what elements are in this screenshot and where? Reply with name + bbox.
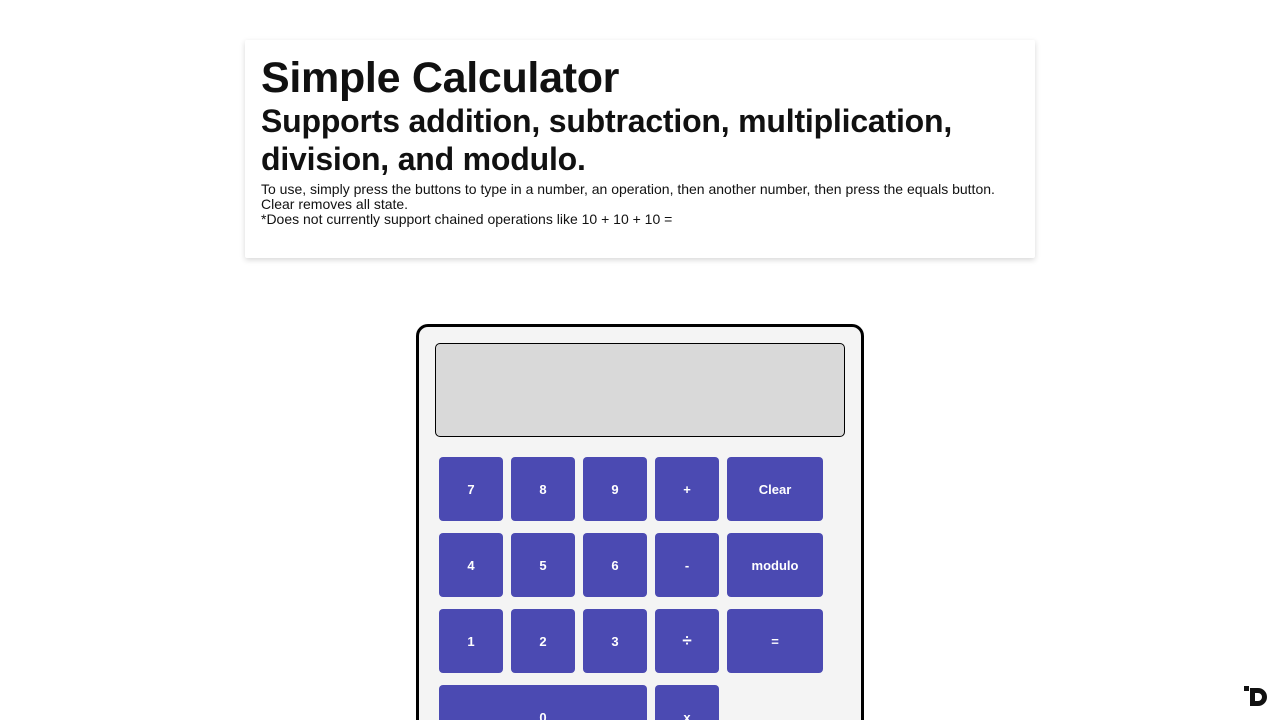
key-5-button[interactable]: 5 bbox=[511, 533, 575, 597]
key-7-button[interactable]: 7 bbox=[439, 457, 503, 521]
multiply-button[interactable]: x bbox=[655, 685, 719, 720]
key-9-button[interactable]: 9 bbox=[583, 457, 647, 521]
calculator: 7 8 9 + Clear 4 5 6 - modulo 1 2 3 ÷ = 0… bbox=[416, 324, 864, 720]
page-title: Simple Calculator bbox=[261, 54, 620, 102]
limitation-note: *Does not currently support chained oper… bbox=[261, 211, 673, 227]
key-6-button[interactable]: 6 bbox=[583, 533, 647, 597]
key-0-button[interactable]: 0 bbox=[439, 685, 647, 720]
instructions-text: To use, simply press the buttons to type… bbox=[261, 181, 995, 212]
key-4-button[interactable]: 4 bbox=[439, 533, 503, 597]
calculator-display bbox=[435, 343, 845, 437]
equals-button[interactable]: = bbox=[727, 609, 823, 673]
clear-button[interactable]: Clear bbox=[727, 457, 823, 521]
page: Simple Calculator Supports addition, sub… bbox=[0, 0, 1280, 720]
key-3-button[interactable]: 3 bbox=[583, 609, 647, 673]
page-subtitle: Supports addition, subtraction, multipli… bbox=[261, 103, 953, 177]
divide-button[interactable]: ÷ bbox=[655, 609, 719, 673]
modulo-button[interactable]: modulo bbox=[727, 533, 823, 597]
intro-card: Simple Calculator Supports addition, sub… bbox=[245, 40, 1035, 258]
minus-button[interactable]: - bbox=[655, 533, 719, 597]
key-1-button[interactable]: 1 bbox=[439, 609, 503, 673]
brand-logo-icon bbox=[1244, 686, 1267, 706]
key-8-button[interactable]: 8 bbox=[511, 457, 575, 521]
plus-button[interactable]: + bbox=[655, 457, 719, 521]
key-2-button[interactable]: 2 bbox=[511, 609, 575, 673]
